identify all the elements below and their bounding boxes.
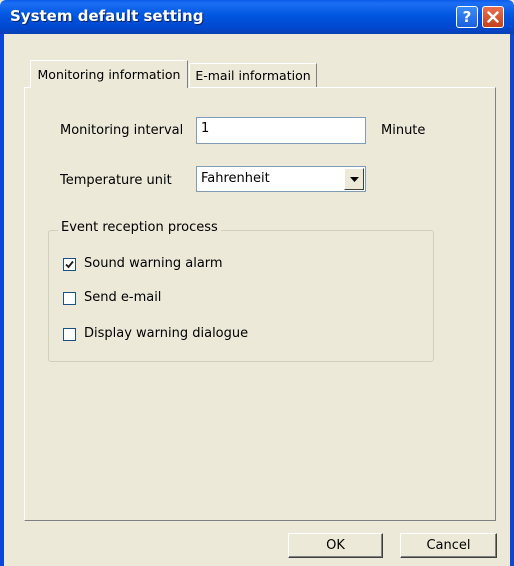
window-title: System default setting: [10, 7, 204, 25]
temperature-unit-label: Temperature unit: [60, 173, 172, 188]
send-email-checkbox[interactable]: [63, 292, 76, 305]
chevron-down-icon: [349, 176, 359, 182]
sound-warning-label[interactable]: Sound warning alarm: [84, 256, 223, 271]
interval-unit-label: Minute: [381, 123, 426, 138]
help-icon: ?: [462, 8, 472, 26]
help-button[interactable]: ?: [456, 6, 478, 28]
dropdown-button[interactable]: [344, 168, 364, 190]
cancel-button-label: Cancel: [426, 538, 471, 553]
tab-label: Monitoring information: [37, 67, 181, 82]
send-email-label[interactable]: Send e-mail: [84, 290, 161, 305]
monitoring-interval-label: Monitoring interval: [60, 123, 184, 138]
window-border-right: [510, 34, 514, 566]
tab-label: E-mail information: [195, 68, 311, 83]
temperature-unit-select[interactable]: Fahrenheit: [196, 166, 366, 192]
close-button[interactable]: [482, 6, 504, 28]
tab-email-information[interactable]: E-mail information: [189, 63, 317, 87]
ok-button-label: OK: [326, 538, 345, 553]
sound-warning-checkbox[interactable]: [63, 258, 76, 271]
group-legend: Event reception process: [58, 220, 221, 235]
ok-button[interactable]: OK: [288, 533, 383, 558]
title-bar[interactable]: System default setting ?: [0, 0, 514, 34]
cancel-button[interactable]: Cancel: [400, 533, 497, 558]
display-warning-checkbox[interactable]: [63, 328, 76, 341]
close-icon: [487, 11, 499, 23]
tab-monitoring-information[interactable]: Monitoring information: [30, 60, 188, 88]
display-warning-label[interactable]: Display warning dialogue: [84, 326, 248, 341]
monitoring-interval-input[interactable]: 1: [196, 117, 366, 144]
checkmark-icon: [65, 260, 74, 269]
window-border-left: [0, 34, 4, 566]
temperature-unit-value: Fahrenheit: [201, 171, 270, 186]
